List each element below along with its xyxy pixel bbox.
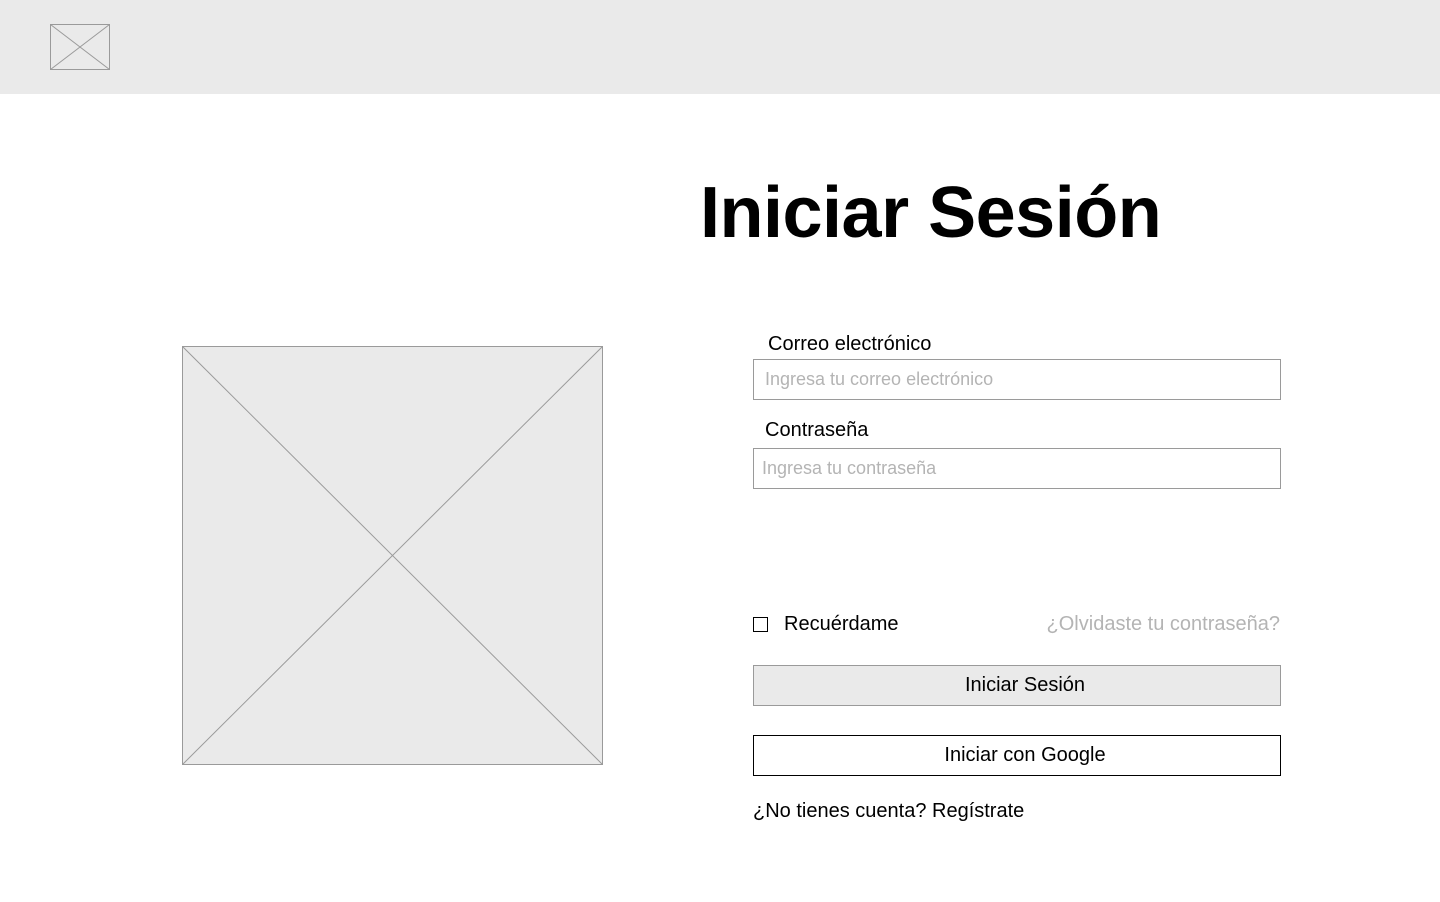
password-field[interactable] xyxy=(753,448,1281,489)
password-label: Contraseña xyxy=(765,419,869,441)
remember-checkbox[interactable] xyxy=(753,616,768,632)
forgot-password-link[interactable]: ¿Olvidaste tu contraseña? xyxy=(1047,611,1280,637)
logo-placeholder-icon[interactable] xyxy=(50,24,110,70)
signup-link[interactable]: Regístrate xyxy=(932,800,1024,822)
google-button-label: Iniciar con Google xyxy=(944,744,1106,766)
hero-image-placeholder-icon xyxy=(182,346,603,765)
email-label: Correo electrónico xyxy=(768,333,932,355)
login-page: Iniciar Sesión Correo electrónico Contra… xyxy=(0,0,1440,902)
signup-prompt: ¿No tienes cuenta? Regístrate xyxy=(753,798,1024,824)
signup-prompt-text: ¿No tienes cuenta? xyxy=(753,800,927,822)
remember-me: Recuérdame xyxy=(753,611,899,637)
login-button-label: Iniciar Sesión xyxy=(964,674,1086,696)
login-button[interactable]: Iniciar Sesión xyxy=(753,665,1281,706)
top-bar xyxy=(0,0,1440,94)
google-login-button[interactable]: Iniciar con Google xyxy=(753,735,1281,776)
page-title: Iniciar Sesión xyxy=(700,173,1162,253)
email-field[interactable] xyxy=(753,359,1281,400)
remember-label[interactable]: Recuérdame xyxy=(784,611,899,637)
